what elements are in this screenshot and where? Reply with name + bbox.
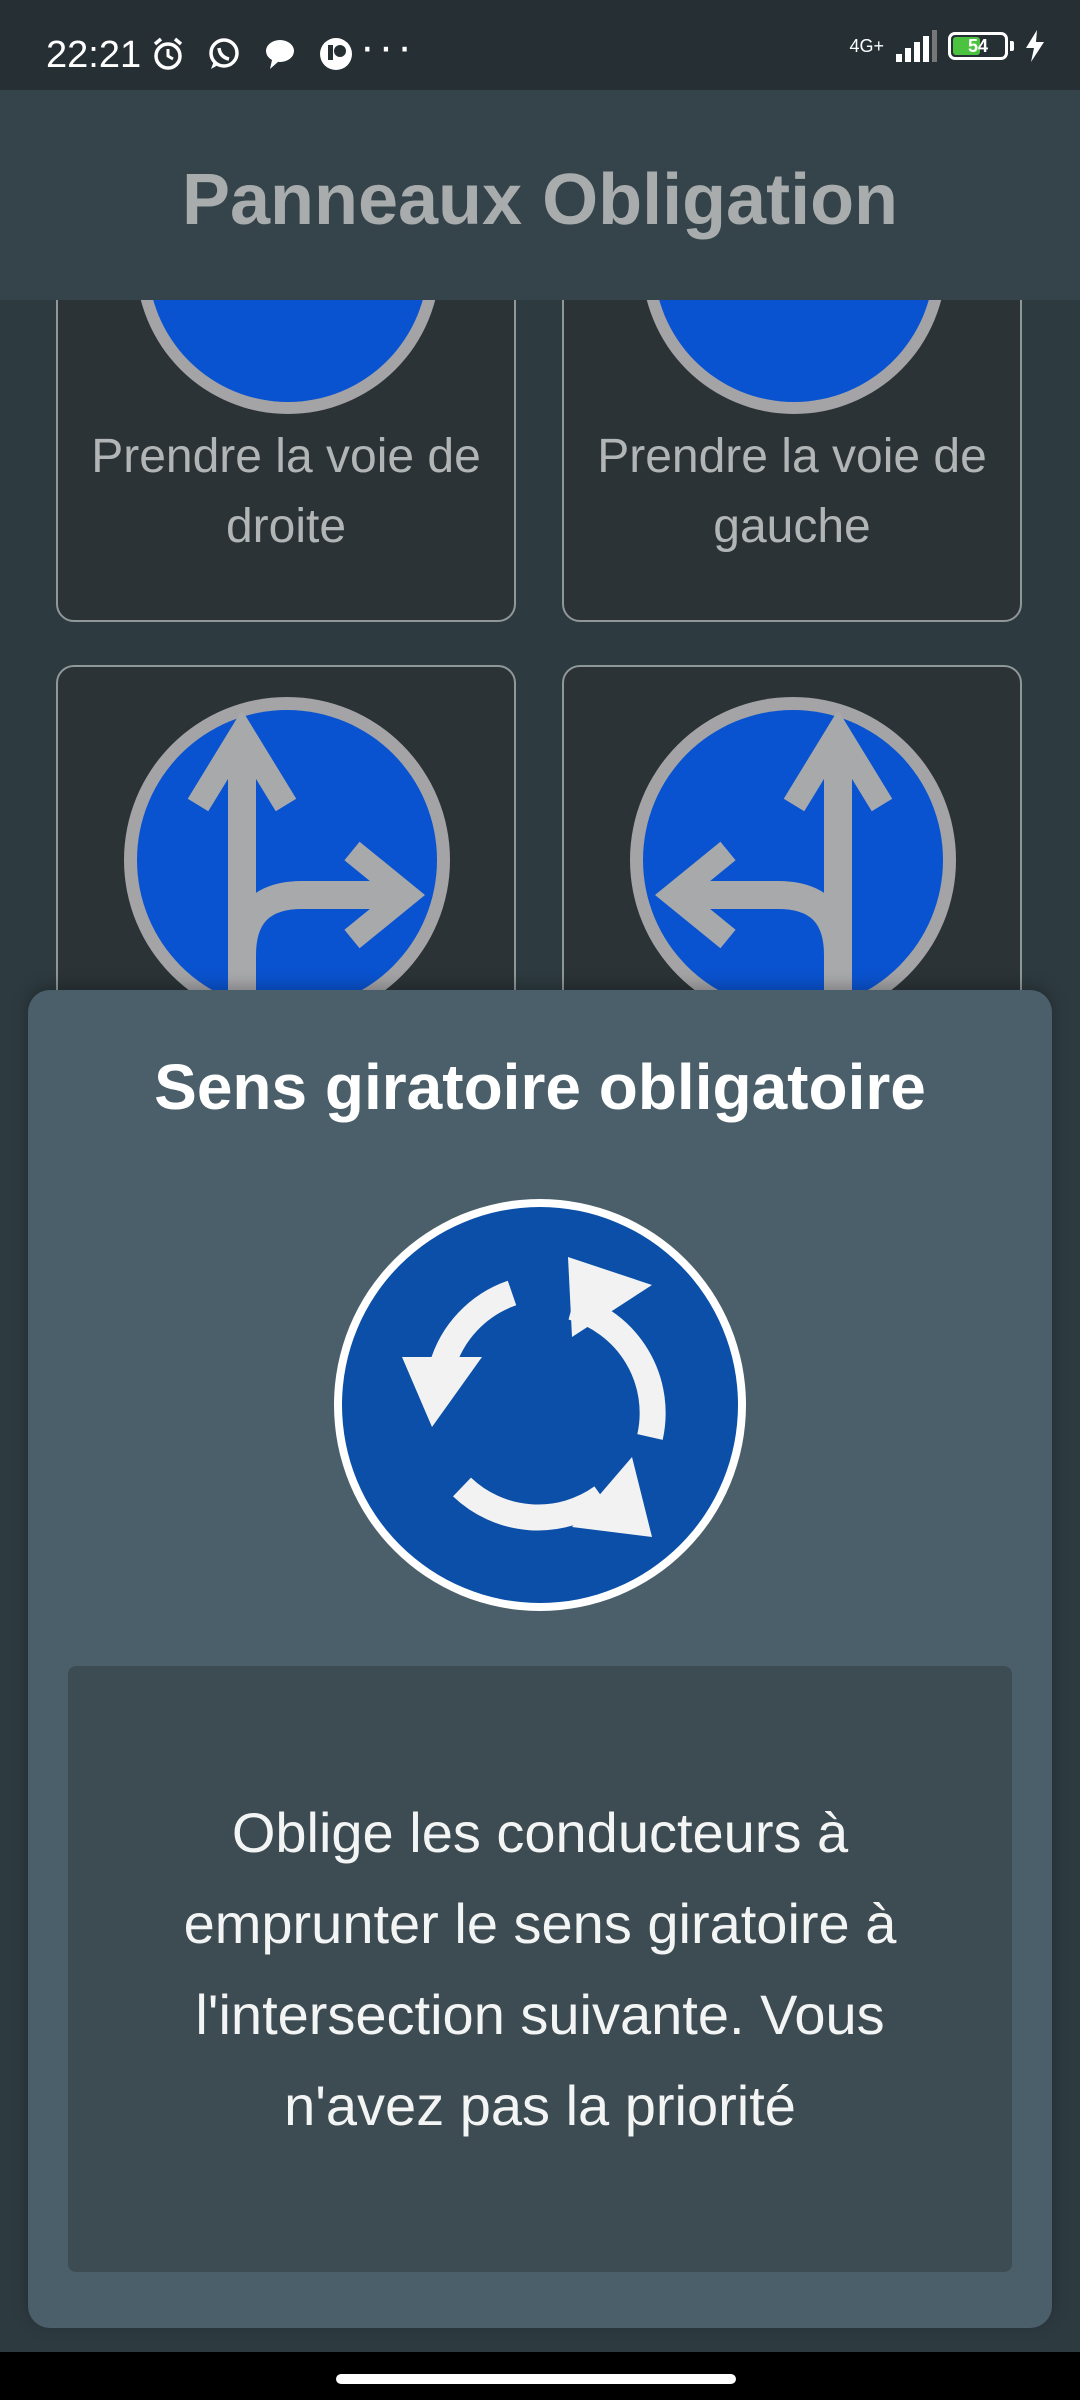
- straight-or-left-sign-icon: [630, 697, 956, 990]
- dialog-title: Sens giratoire obligatoire: [154, 1051, 926, 1123]
- battery-icon: 54: [948, 32, 1008, 60]
- whatsapp-icon: [209, 38, 239, 69]
- app-header: Panneaux Obligation: [0, 90, 1080, 300]
- chat-bubble-icon: [266, 40, 294, 69]
- sign-card-straight-or-right[interactable]: [56, 665, 516, 990]
- status-time: 22:21: [46, 34, 142, 76]
- app-notification-icon: [320, 38, 352, 70]
- keep-right-sign-icon: [140, 300, 436, 414]
- network-type: 4G+: [849, 36, 884, 56]
- home-indicator[interactable]: [336, 2374, 736, 2384]
- sign-card-keep-right[interactable]: Prendre la voie de droite: [56, 300, 516, 622]
- signs-grid[interactable]: Prendre la voie de droite Prendre la voi…: [0, 300, 1080, 990]
- page-title: Panneaux Obligation: [181, 160, 899, 240]
- battery-level: 54: [967, 35, 989, 56]
- sign-detail-dialog[interactable]: Sens giratoire obligatoire Oblige les co…: [28, 990, 1052, 2328]
- status-right: 4G+ 54: [849, 30, 1046, 62]
- notification-icons: [150, 36, 354, 72]
- signal-icon: [896, 30, 937, 62]
- more-dots-icon: ···: [360, 22, 416, 71]
- description-box: Oblige les conducteurs à emprunter le se…: [68, 1666, 1012, 2272]
- charging-icon: [1026, 30, 1044, 62]
- navigation-bar: [0, 2352, 1080, 2400]
- sign-description: Oblige les conducteurs à emprunter le se…: [183, 1801, 897, 2137]
- card-label: Prendre la voie de droite: [91, 430, 481, 553]
- alarm-icon: [153, 37, 183, 70]
- status-bar: 22:21 ··· 4G+ 54: [0, 0, 1080, 90]
- roundabout-sign-icon: [334, 1199, 746, 1611]
- keep-left-sign-icon: [646, 300, 942, 414]
- sign-card-straight-or-left[interactable]: [562, 665, 1022, 990]
- sign-card-keep-left[interactable]: Prendre la voie de gauche: [562, 300, 1022, 622]
- straight-or-right-sign-icon: [124, 697, 450, 990]
- battery-cap: [1010, 41, 1014, 51]
- card-label: Prendre la voie de gauche: [597, 430, 987, 553]
